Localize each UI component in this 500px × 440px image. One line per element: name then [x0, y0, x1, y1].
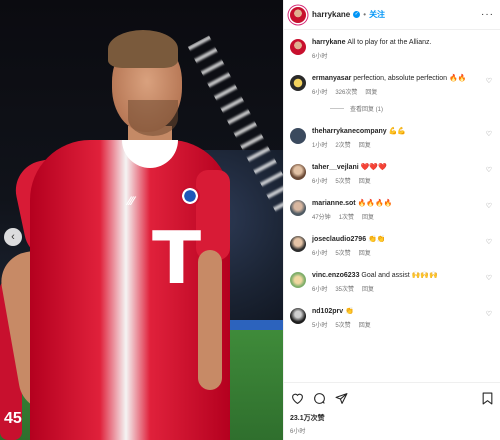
- comment-text: 👏👏: [368, 236, 386, 243]
- heart-icon[interactable]: [290, 391, 304, 405]
- caption-time: 6小时: [312, 54, 328, 60]
- comment-likes[interactable]: 5次赞: [335, 179, 350, 185]
- comment-likes[interactable]: 5次赞: [335, 251, 350, 257]
- separator-dot: •: [363, 10, 367, 19]
- avatar[interactable]: [290, 164, 306, 180]
- avatar[interactable]: [290, 128, 306, 144]
- more-icon[interactable]: ···: [481, 9, 494, 20]
- comment-text: Goal and assist 🙌🙌🙌: [361, 272, 438, 279]
- like-count[interactable]: 23.1万次赞: [290, 413, 494, 423]
- comment-likes[interactable]: 2次赞: [335, 143, 350, 149]
- comment-time: 5小时: [312, 323, 328, 329]
- comment-likes[interactable]: 1次赞: [339, 215, 354, 221]
- username[interactable]: harrykane: [312, 10, 350, 19]
- comment-time: 6小时: [312, 179, 328, 185]
- comment-time: 6小时: [312, 90, 328, 96]
- heart-icon[interactable]: ♡: [486, 238, 492, 246]
- avatar[interactable]: [290, 6, 306, 23]
- comment-time: 1小时: [312, 143, 328, 149]
- reply-button[interactable]: 回复: [359, 251, 371, 257]
- avatar[interactable]: [290, 236, 306, 252]
- avatar[interactable]: [290, 272, 306, 288]
- post-photo[interactable]: ⁄⁄⁄ T 45 ‹: [0, 0, 283, 440]
- post-panel: harrykane ✓ • 关注 ··· harrykane All to pl…: [283, 0, 500, 440]
- avatar[interactable]: [290, 308, 306, 324]
- player-arm-right: [198, 250, 222, 390]
- reply-button[interactable]: 回复: [359, 323, 371, 329]
- heart-icon[interactable]: ♡: [486, 310, 492, 318]
- comment-text: 💪💪: [388, 128, 407, 135]
- reply-button[interactable]: 回复: [359, 143, 371, 149]
- comment-username[interactable]: vinc.enzo6233: [312, 272, 359, 279]
- comment-text: ❤️❤️❤️: [360, 164, 387, 171]
- heart-icon[interactable]: ♡: [486, 274, 492, 282]
- comment-text: 🔥🔥🔥🔥: [357, 200, 393, 207]
- comment-username[interactable]: ermanyasar: [312, 75, 351, 82]
- heart-icon[interactable]: ♡: [486, 77, 492, 85]
- reply-button[interactable]: 回复: [359, 179, 371, 185]
- comment-time: 6小时: [312, 287, 328, 293]
- view-replies-label: 查看回复 (1): [350, 107, 384, 113]
- comment-icon[interactable]: [312, 391, 326, 405]
- list-item: marianne.sot 🔥🔥🔥🔥 47分钟 1次赞 回复 ♡: [290, 199, 494, 221]
- chevron-left-icon[interactable]: ‹: [4, 228, 22, 246]
- caption-username[interactable]: harrykane: [312, 39, 345, 46]
- sleeve-number: 45: [4, 410, 22, 427]
- jersey-brand-mark: ⁄⁄⁄: [128, 194, 135, 208]
- post-header: harrykane ✓ • 关注 ···: [284, 0, 500, 30]
- list-item: taher__vejlani ❤️❤️❤️ 6小时 5次赞 回复 ♡: [290, 163, 494, 185]
- view-replies-button[interactable]: 查看回复 (1): [330, 104, 494, 113]
- bookmark-icon[interactable]: [480, 391, 494, 405]
- comment-likes[interactable]: 326次赞: [335, 90, 357, 96]
- comment-likes[interactable]: 5次赞: [335, 323, 350, 329]
- reply-button[interactable]: 回复: [362, 215, 374, 221]
- list-item: joseclaudio2796 👏👏 6小时 5次赞 回复 ♡: [290, 235, 494, 257]
- comment-username[interactable]: nd102prv: [312, 308, 343, 315]
- comment-username[interactable]: marianne.sot: [312, 200, 356, 207]
- avatar[interactable]: [290, 75, 306, 91]
- verified-icon: ✓: [353, 11, 361, 18]
- avatar[interactable]: [290, 200, 306, 216]
- club-badge: [180, 186, 200, 206]
- follow-button[interactable]: 关注: [369, 9, 385, 20]
- post-time: 6小时: [290, 429, 306, 435]
- list-item: theharrykanecompany 💪💪 1小时 2次赞 回复 ♡: [290, 127, 494, 149]
- comment-time: 47分钟: [312, 215, 331, 221]
- comment-username[interactable]: theharrykanecompany: [312, 128, 387, 135]
- comment-likes[interactable]: 35次赞: [335, 287, 354, 293]
- action-bar: 23.1万次赞 6小时: [284, 382, 500, 440]
- player-beard: [128, 100, 178, 136]
- reply-button[interactable]: 回复: [365, 90, 377, 96]
- heart-icon[interactable]: ♡: [486, 166, 492, 174]
- share-icon[interactable]: [334, 391, 348, 405]
- heart-icon[interactable]: ♡: [486, 202, 492, 210]
- comment-list[interactable]: harrykane All to play for at the Allianz…: [284, 30, 500, 382]
- list-item: ermanyasar perfection, absolute perfecti…: [290, 74, 494, 96]
- caption: harrykane All to play for at the Allianz…: [290, 38, 494, 60]
- sponsor-logo: T: [152, 216, 202, 300]
- comment-username[interactable]: joseclaudio2796: [312, 236, 366, 243]
- player-hair: [108, 30, 178, 68]
- comment-text: 👏: [345, 308, 354, 315]
- reply-button[interactable]: 回复: [362, 287, 374, 293]
- avatar[interactable]: [290, 39, 306, 55]
- heart-icon[interactable]: ♡: [486, 130, 492, 138]
- comment-username[interactable]: taher__vejlani: [312, 164, 359, 171]
- comment-text: perfection, absolute perfection 🔥🔥: [353, 75, 467, 82]
- list-item: vinc.enzo6233 Goal and assist 🙌🙌🙌 6小时 35次…: [290, 271, 494, 293]
- comment-time: 6小时: [312, 251, 328, 257]
- caption-text: All to play for at the Allianz.: [347, 39, 432, 46]
- list-item: nd102prv 👏 5小时 5次赞 回复 ♡: [290, 307, 494, 329]
